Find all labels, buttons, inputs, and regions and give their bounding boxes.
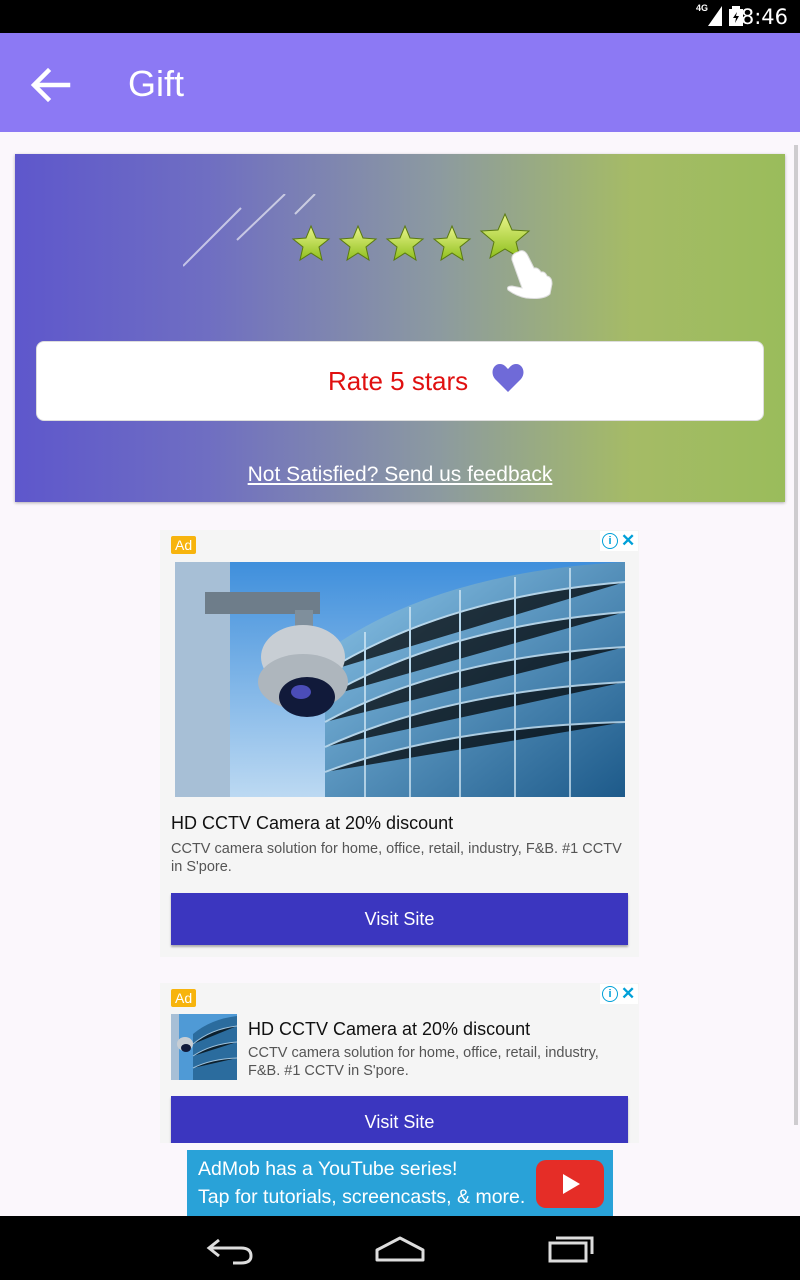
ad-body: CCTV camera solution for home, office, r…: [248, 1045, 599, 1079]
rate-five-stars-button[interactable]: Rate 5 stars: [36, 341, 764, 421]
info-icon[interactable]: i: [602, 986, 618, 1002]
clock: 8:46: [740, 5, 788, 29]
signal-icon: [708, 6, 722, 26]
banner-line-2: Tap for tutorials, screencasts, & more.: [198, 1186, 526, 1208]
ad-badge: Ad: [171, 536, 197, 554]
youtube-play-icon: [536, 1160, 604, 1208]
home-nav-icon[interactable]: [374, 1230, 426, 1266]
page-title: Gift: [128, 63, 185, 104]
admob-banner[interactable]: AdMob has a YouTube series! Tap for tuto…: [187, 1150, 613, 1216]
ad-choices[interactable]: i ✕: [600, 984, 638, 1004]
visit-site-button[interactable]: Visit Site: [171, 1096, 628, 1143]
network-type: 4G: [695, 3, 708, 13]
ad-headline: HD CCTV Camera at 20% discount: [171, 813, 454, 833]
back-nav-icon[interactable]: [205, 1230, 255, 1266]
ad-body: CCTV camera solution for home, office, r…: [171, 841, 622, 875]
scrollbar[interactable]: [794, 145, 798, 1125]
visit-site-button[interactable]: Visit Site: [171, 893, 628, 945]
close-icon[interactable]: ✕: [621, 531, 635, 551]
navigation-bar: [0, 1216, 800, 1280]
info-icon[interactable]: i: [602, 533, 618, 549]
rate-card: Rate 5 stars Not Satisfied? Send us feed…: [15, 154, 785, 502]
status-bar: 4G 8:46: [0, 0, 800, 33]
rate-button-label: Rate 5 stars: [328, 366, 469, 396]
back-arrow-icon[interactable]: [28, 63, 72, 107]
ad-choices[interactable]: i ✕: [600, 531, 638, 551]
heart-icon: [492, 364, 524, 392]
ad-badge: Ad: [171, 989, 197, 1007]
native-ad-large[interactable]: Ad i ✕ HD CCTV Camera at 20% discount CC…: [160, 530, 639, 957]
close-icon[interactable]: ✕: [621, 984, 635, 1004]
five-stars-illustration: [183, 194, 553, 299]
app-bar: Gift: [0, 33, 800, 132]
native-ad-small[interactable]: Ad i ✕ HD CCTV Camera at 20% discount CC…: [160, 983, 639, 1143]
ad-headline: HD CCTV Camera at 20% discount: [248, 1019, 531, 1039]
feedback-link[interactable]: Not Satisfied? Send us feedback: [15, 463, 785, 487]
ad-image-cctv-camera[interactable]: [175, 562, 625, 797]
recents-nav-icon[interactable]: [546, 1230, 596, 1266]
ad-thumbnail-cctv[interactable]: [171, 1014, 237, 1080]
banner-line-1: AdMob has a YouTube series!: [198, 1158, 458, 1180]
